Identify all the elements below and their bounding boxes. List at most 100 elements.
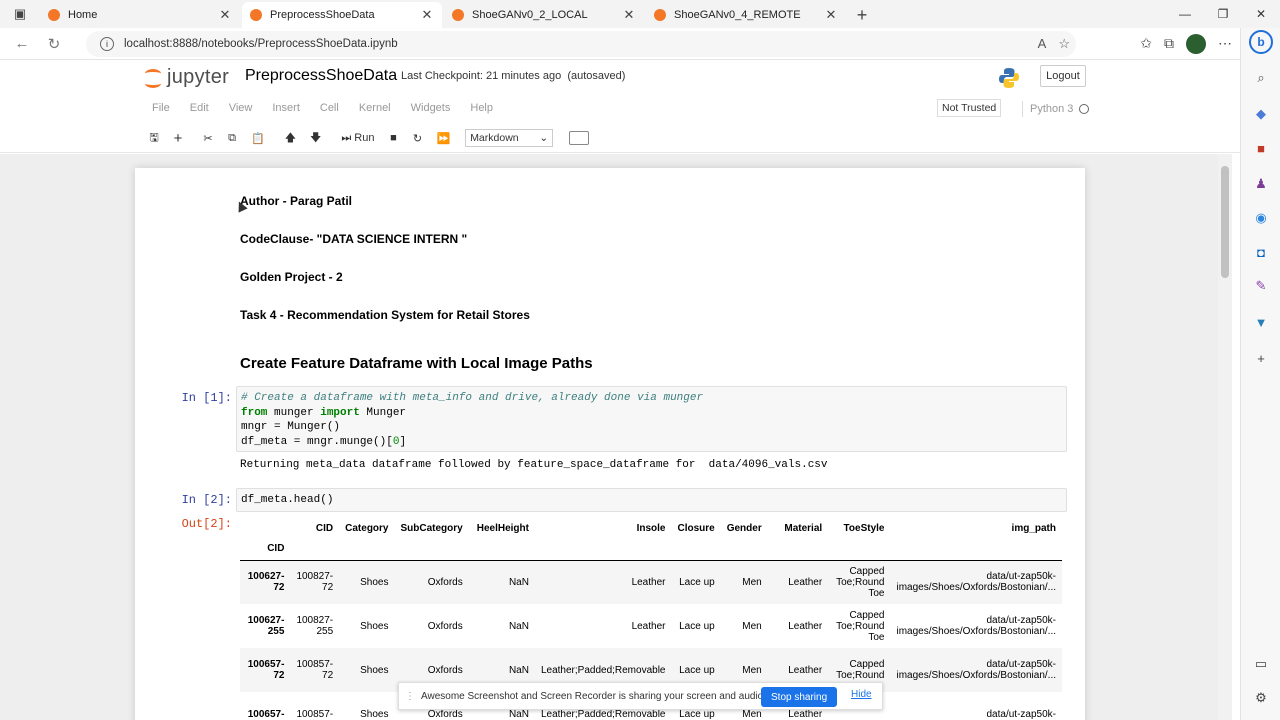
collections-icon[interactable]: ⧉ <box>1164 35 1174 52</box>
menu-view[interactable]: View <box>219 97 263 119</box>
logout-button[interactable]: Logout <box>1040 65 1086 87</box>
cell-line: Toe;Round <box>836 670 885 681</box>
close-icon[interactable]: ✕ <box>420 7 434 23</box>
refresh-icon[interactable]: ↻ <box>38 30 70 58</box>
table-cell-closure: Lace up <box>679 620 715 632</box>
info-icon[interactable]: i <box>100 36 114 51</box>
sidebar-toggle-icon[interactable]: ▭ <box>1253 656 1269 672</box>
hide-link[interactable]: Hide <box>851 689 872 700</box>
people-icon[interactable]: ♟ <box>1253 176 1269 192</box>
designer-icon[interactable]: ✎ <box>1253 278 1269 294</box>
copy-icon[interactable]: ⧉ <box>222 128 242 148</box>
window-close-icon[interactable]: ✕ <box>1242 0 1280 28</box>
interrupt-stop-icon[interactable]: ■ <box>383 128 403 148</box>
cell-line: images/Shoes/Oxfords/Bostonian/... <box>896 626 1056 637</box>
jupyter-favicon-icon <box>654 9 666 21</box>
move-up-arrow-icon[interactable]: 🡅 <box>280 128 301 148</box>
share-message: Awesome Screenshot and Screen Recorder i… <box>421 690 767 702</box>
paste-icon[interactable]: 📋 <box>246 128 270 148</box>
search-icon[interactable]: ⌕ <box>1253 70 1269 86</box>
notebook-name[interactable]: PreprocessShoeData <box>245 67 397 85</box>
move-down-arrow-icon[interactable]: 🡇 <box>305 128 326 148</box>
restart-run-all-icon[interactable]: ⏩ <box>431 128 455 148</box>
checkpoint-status: Last Checkpoint: 21 minutes ago (autosav… <box>401 70 625 82</box>
menu-widgets[interactable]: Widgets <box>401 97 461 119</box>
column-header: Gender <box>726 522 762 534</box>
table-cell-insole: Leather <box>534 560 672 604</box>
menu-insert[interactable]: Insert <box>262 97 310 119</box>
table-cell-category: Shoes <box>339 648 395 692</box>
tab-preprocessshoedata[interactable]: PreprocessShoeData ✕ <box>242 2 442 28</box>
outlook-icon[interactable]: ◘ <box>1253 244 1269 260</box>
read-aloud-icon[interactable]: A <box>1038 36 1047 52</box>
cell-type-select[interactable]: Markdown ⌄ <box>465 129 554 147</box>
url-field[interactable]: i localhost:8888/notebooks/PreprocessSho… <box>86 30 1076 57</box>
column-header: SubCategory <box>400 522 463 534</box>
cell-line: Capped <box>849 609 885 621</box>
tab-shoeganv0-4-remote[interactable]: ShoeGANv0_4_REMOTE ✕ <box>646 2 846 28</box>
briefcase-icon[interactable]: ■ <box>1253 140 1269 156</box>
cell-line: 100827- <box>296 615 334 626</box>
tab-title: PreprocessShoeData <box>270 9 375 21</box>
drag-handle-icon[interactable]: ⋮ <box>405 691 417 702</box>
column-header: ToeStyle <box>843 522 885 534</box>
menu-file[interactable]: File <box>142 97 180 119</box>
scrollbar-thumb[interactable] <box>1221 166 1229 278</box>
bing-chat-icon[interactable]: b <box>1249 30 1273 54</box>
close-icon[interactable]: ✕ <box>622 7 636 23</box>
markdown-author: Author - Parag Patil <box>240 194 353 208</box>
favorites-icon[interactable]: ✩ <box>1140 35 1152 52</box>
tab-home[interactable]: Home ✕ <box>40 2 240 28</box>
minimize-icon[interactable]: — <box>1166 0 1204 28</box>
table-cell-cid: 100827- 72 <box>290 560 340 604</box>
markdown-heading: Create Feature Dataframe with Local Imag… <box>240 355 593 372</box>
run-button[interactable]: ⏭ Run <box>336 128 379 148</box>
maximize-icon[interactable]: ❐ <box>1204 0 1242 28</box>
settings-gear-icon[interactable]: ⚙ <box>1253 690 1269 706</box>
code-cell-2[interactable]: df_meta.head() <box>236 488 1067 512</box>
tab-actions-icon[interactable]: ▣ <box>0 0 40 28</box>
close-icon[interactable]: ✕ <box>218 7 232 23</box>
tag-icon[interactable]: ◆ <box>1253 106 1269 122</box>
scrollbar[interactable] <box>1218 154 1232 720</box>
chevron-down-icon: ⌄ <box>539 132 549 144</box>
stop-sharing-button[interactable]: Stop sharing <box>761 687 838 707</box>
close-icon[interactable]: ✕ <box>824 7 838 23</box>
menu-help[interactable]: Help <box>460 97 503 119</box>
index-part: 100657- <box>247 708 285 720</box>
table-cell-gender: Men <box>720 560 768 604</box>
save-icon[interactable]: 🖫 <box>144 128 164 148</box>
drop-icon[interactable]: ▼ <box>1253 314 1269 330</box>
kernel-indicator[interactable]: Python 3 <box>1030 103 1090 115</box>
jupyter-orbit-icon <box>145 67 163 89</box>
code-cell-1[interactable]: # Create a dataframe with meta_info and … <box>236 386 1067 452</box>
notebook-toolbar: 🖫 + ✂ ⧉ 📋 🡅 🡇 ⏭ Run ■ ↻ ⏩ Markdown ⌄ <box>144 127 590 149</box>
menu-kernel[interactable]: Kernel <box>349 97 401 119</box>
more-menu-icon[interactable]: ⋯ <box>1218 35 1232 52</box>
new-tab-plus-icon[interactable]: + <box>848 2 876 28</box>
restart-icon[interactable]: ↻ <box>407 128 427 148</box>
cell-type-value: Markdown <box>470 132 519 144</box>
menu-edit[interactable]: Edit <box>180 97 219 119</box>
cut-icon[interactable]: ✂ <box>198 128 218 148</box>
code-text: munger <box>267 406 321 419</box>
cell-line: images/Shoes/Oxfords/Bostonian/... <box>896 670 1056 681</box>
jupyter-logo[interactable]: jupyter <box>145 66 229 89</box>
trust-badge[interactable]: Not Trusted <box>937 99 1002 117</box>
back-arrow-icon[interactable]: ← <box>6 30 38 58</box>
menu-cell[interactable]: Cell <box>310 97 349 119</box>
office-icon[interactable]: ◉ <box>1253 210 1269 226</box>
jupyter-logo-text: jupyter <box>167 66 230 88</box>
cell-line: Capped <box>849 565 885 577</box>
profile-avatar[interactable] <box>1186 33 1206 54</box>
screen-share-bar: ⋮ Awesome Screenshot and Screen Recorder… <box>398 682 883 710</box>
tab-shoeganv0-2-local[interactable]: ShoeGANv0_2_LOCAL ✕ <box>444 2 644 28</box>
table-cell-img: data/ut-zap50k- <box>890 692 1062 720</box>
table-cell-heel: NaN <box>508 620 529 632</box>
insert-cell-plus-icon[interactable]: + <box>168 128 188 148</box>
column-header: Material <box>784 522 823 534</box>
favorite-star-icon[interactable]: ☆ <box>1058 36 1070 52</box>
add-plus-icon[interactable]: + <box>1253 350 1269 366</box>
keyboard-shortcuts-icon[interactable] <box>569 131 590 145</box>
index-part: 100627- <box>247 615 285 626</box>
